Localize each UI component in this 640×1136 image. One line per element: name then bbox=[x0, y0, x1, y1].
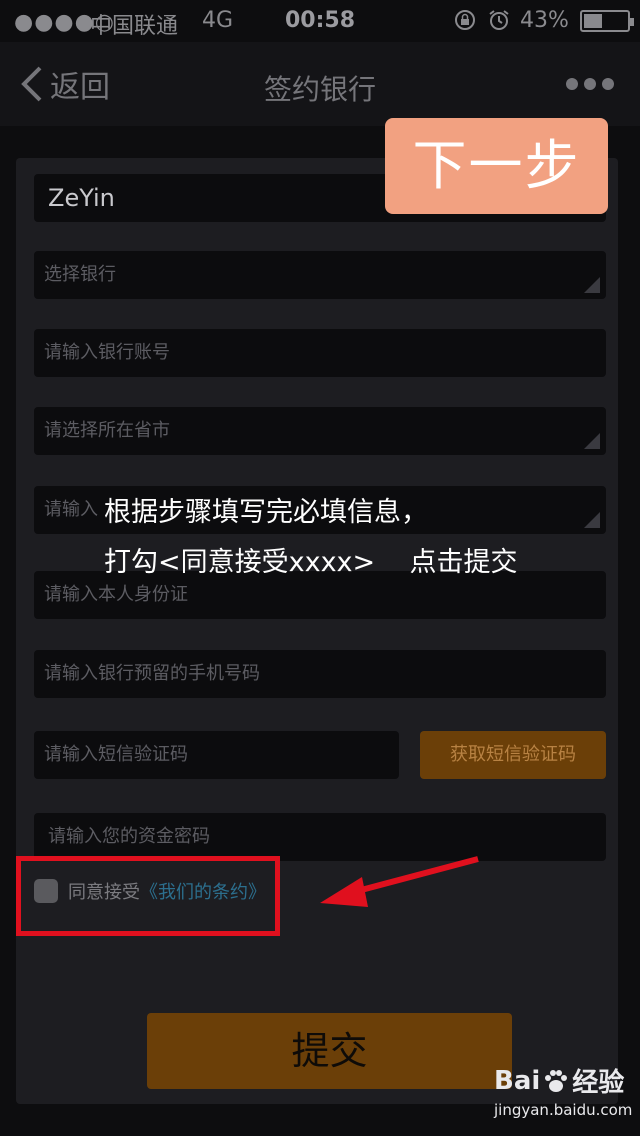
dropdown-triangle-icon bbox=[584, 433, 600, 449]
bank-account-input[interactable]: 请输入银行账号 bbox=[34, 329, 606, 377]
instruction-line-1: 根据步骤填写完必填信息， bbox=[104, 497, 428, 528]
rotation-lock-icon bbox=[455, 10, 475, 30]
province-select-placeholder: 请选择所在省市 bbox=[44, 420, 170, 441]
battery-fill bbox=[584, 14, 603, 28]
alarm-clock-icon bbox=[489, 10, 509, 30]
sms-code-input[interactable]: 请输入短信验证码 bbox=[34, 731, 399, 779]
province-city-select[interactable]: 请选择所在省市 bbox=[34, 407, 606, 455]
battery-percent: 43% bbox=[520, 8, 569, 33]
screen: ●●●●○ 中国联通 4G 00:58 43% 返回 签约银行 ZeYin 选择… bbox=[0, 0, 640, 1136]
watermark-logo: Bai 经验 bbox=[494, 1062, 634, 1099]
dropdown-triangle-icon bbox=[584, 277, 600, 293]
watermark-brand-right: 经验 bbox=[572, 1068, 625, 1098]
branch-select-placeholder: 请输入 bbox=[44, 499, 98, 520]
get-sms-code-button[interactable]: 获取短信验证码 bbox=[420, 731, 606, 779]
status-bar: ●●●●○ 中国联通 4G 00:58 43% bbox=[0, 0, 640, 42]
paw-icon bbox=[545, 1069, 568, 1092]
instruction-line-2: 打勾<同意接受xxxx> 点击提交 bbox=[104, 547, 518, 578]
more-dot bbox=[566, 78, 578, 90]
bank-select[interactable]: 选择银行 bbox=[34, 251, 606, 299]
watermark-url: jingyan.baidu.com bbox=[494, 1101, 633, 1119]
red-arrow-icon bbox=[320, 856, 479, 907]
fund-password-input[interactable]: 请输入您的资金密码 bbox=[34, 813, 606, 861]
more-dot bbox=[584, 78, 596, 90]
dropdown-triangle-icon bbox=[584, 512, 600, 528]
bank-signing-form-card bbox=[16, 158, 618, 1104]
baidu-jingyan-watermark: Bai 经验 jingyan.baidu.com bbox=[494, 1062, 634, 1124]
phone-number-input[interactable]: 请输入银行预留的手机号码 bbox=[34, 650, 606, 698]
next-step-badge: 下一步 bbox=[385, 118, 608, 214]
agree-highlight-box bbox=[16, 856, 280, 936]
more-options-icon[interactable] bbox=[566, 78, 614, 90]
more-dot bbox=[602, 78, 614, 90]
watermark-brand-left: Bai bbox=[494, 1065, 541, 1096]
page-title: 签约银行 bbox=[263, 73, 376, 106]
battery-icon bbox=[580, 10, 634, 32]
bank-select-placeholder: 选择银行 bbox=[44, 264, 116, 285]
navigation-bar: 返回 签约银行 bbox=[0, 42, 640, 126]
submit-button[interactable]: 提交 bbox=[147, 1013, 512, 1089]
